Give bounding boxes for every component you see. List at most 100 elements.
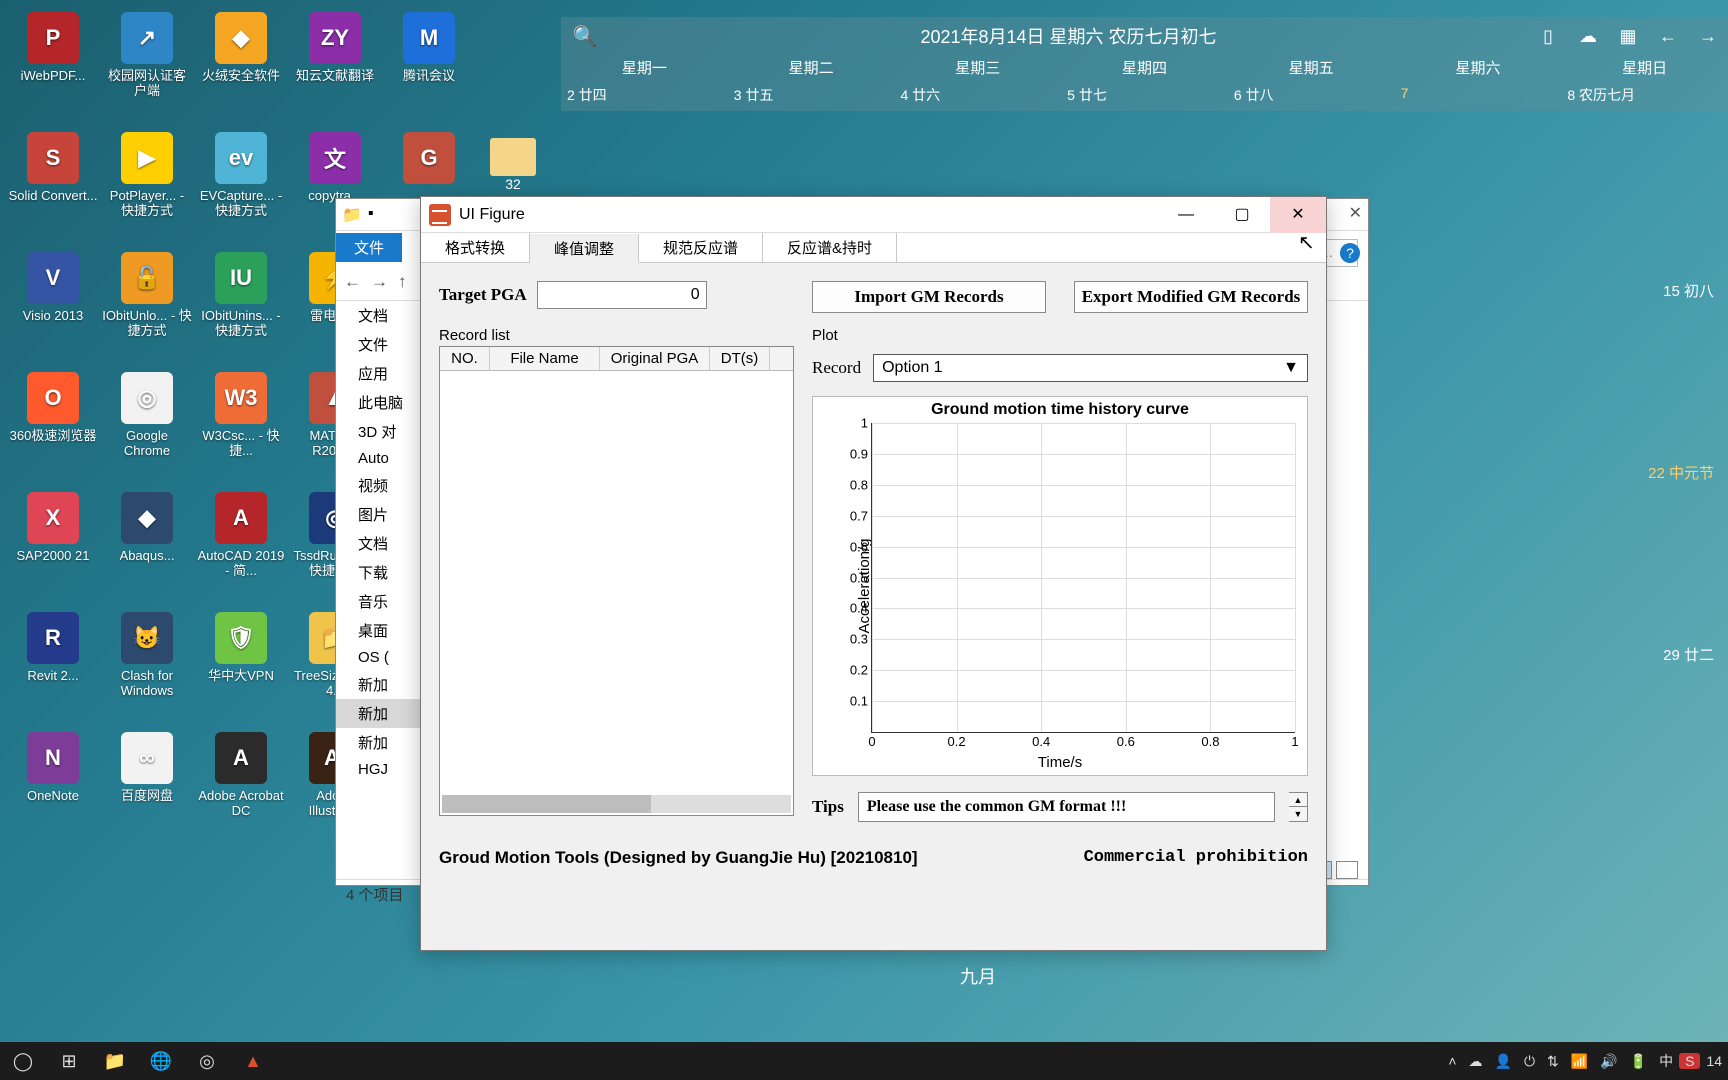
- desktop-icon[interactable]: SSolid Convert...: [6, 128, 100, 248]
- explorer-icon[interactable]: 📁: [92, 1042, 138, 1080]
- tab-bar[interactable]: 格式转换峰值调整规范反应谱反应谱&持时: [421, 233, 1326, 263]
- tree-item[interactable]: 此电脑: [336, 388, 426, 417]
- nav-up-icon[interactable]: ↑: [398, 272, 407, 292]
- close-button[interactable]: ✕: [1270, 197, 1326, 233]
- explorer-tree[interactable]: 文档文件应用此电脑3D 对Auto视频图片文档下载音乐桌面OS (新加新加新加H…: [336, 301, 426, 879]
- export-gm-button[interactable]: Export Modified GM Records: [1074, 281, 1308, 313]
- file-tab[interactable]: 文件: [336, 233, 402, 262]
- desktop-icon[interactable]: 😺Clash for Windows: [100, 608, 194, 728]
- desktop-icon[interactable]: ∞百度网盘: [100, 728, 194, 848]
- tree-item[interactable]: 新加: [336, 728, 426, 757]
- desktop-icon[interactable]: ↗校园网认证客户端: [100, 8, 194, 128]
- taskview-icon[interactable]: ⊞: [46, 1042, 92, 1080]
- tips-spinner[interactable]: ▲▼: [1289, 792, 1308, 822]
- record-list-table[interactable]: NO.File NameOriginal PGADT(s): [439, 346, 794, 816]
- desktop-icon[interactable]: RRevit 2...: [6, 608, 100, 728]
- tab[interactable]: 峰值调整: [530, 234, 639, 263]
- desktop-icon[interactable]: M腾讯会议: [382, 8, 476, 128]
- column-header[interactable]: NO.: [440, 347, 490, 370]
- desktop-icon[interactable]: 🛡华中大VPN: [194, 608, 288, 728]
- tray-cloud-icon[interactable]: ☁: [1463, 1053, 1489, 1070]
- window-titlebar[interactable]: UI Figure — ▢ ✕: [421, 197, 1326, 233]
- tree-item[interactable]: 文档: [336, 301, 426, 330]
- tree-item[interactable]: 文档: [336, 529, 426, 558]
- nav-fwd-icon[interactable]: →: [371, 272, 388, 292]
- tray-power-icon[interactable]: ⏻: [1518, 1053, 1541, 1070]
- start-icon[interactable]: ◯: [0, 1042, 46, 1080]
- help-icon[interactable]: ?: [1340, 243, 1360, 263]
- desktop-icon[interactable]: XSAP2000 21: [6, 488, 100, 608]
- matlab-icon[interactable]: ▲: [230, 1042, 276, 1080]
- desktop-icon[interactable]: PiWebPDF...: [6, 8, 100, 128]
- calendar-cell[interactable]: 4 廿六: [894, 83, 1061, 111]
- tray-usb-icon[interactable]: ⇅: [1541, 1053, 1565, 1070]
- tray-sogou-icon[interactable]: S: [1679, 1053, 1700, 1069]
- tree-item[interactable]: 新加: [336, 699, 426, 728]
- close-icon[interactable]: ✕: [1349, 203, 1362, 223]
- desktop-icon[interactable]: O360极速浏览器: [6, 368, 100, 488]
- desktop-icon[interactable]: IUIObitUnins... - 快捷方式: [194, 248, 288, 368]
- tray-ime-icon[interactable]: 中: [1653, 1051, 1679, 1071]
- tray-wifi-icon[interactable]: 📶: [1565, 1053, 1594, 1070]
- desktop-icon[interactable]: ◆火绒安全软件: [194, 8, 288, 128]
- phone-icon[interactable]: ▯: [1528, 26, 1568, 47]
- nav-back-icon[interactable]: ←: [344, 272, 361, 292]
- tab[interactable]: 规范反应谱: [639, 233, 763, 262]
- edge-icon[interactable]: 🌐: [138, 1042, 184, 1080]
- folder-icon[interactable]: 📁: [342, 205, 362, 225]
- back-icon[interactable]: ←: [1648, 26, 1688, 47]
- chrome-icon[interactable]: ◎: [184, 1042, 230, 1080]
- check-icon[interactable]: ▪: [368, 205, 374, 225]
- search-icon[interactable]: 🔍: [561, 24, 609, 49]
- tree-item[interactable]: 应用: [336, 359, 426, 388]
- record-select[interactable]: Option 1 ▼: [873, 354, 1308, 382]
- minimize-button[interactable]: —: [1158, 197, 1214, 233]
- maximize-button[interactable]: ▢: [1214, 197, 1270, 233]
- target-pga-input[interactable]: [537, 281, 707, 309]
- tree-item[interactable]: 新加: [336, 670, 426, 699]
- tab[interactable]: 格式转换: [421, 233, 530, 262]
- desktop-folder[interactable]: 32: [490, 138, 536, 192]
- column-header[interactable]: Original PGA: [600, 347, 710, 370]
- desktop-icon[interactable]: NOneNote: [6, 728, 100, 848]
- calendar-cell[interactable]: 6 廿八: [1228, 83, 1395, 111]
- forward-icon[interactable]: →: [1688, 26, 1728, 47]
- calendar-cell[interactable]: 2 廿四: [561, 83, 728, 111]
- import-gm-button[interactable]: Import GM Records: [812, 281, 1046, 313]
- horizontal-scrollbar[interactable]: [442, 795, 791, 813]
- calendar-cell[interactable]: 5 廿七: [1061, 83, 1228, 111]
- calendar-cell[interactable]: 3 廿五: [728, 83, 895, 111]
- desktop-icon[interactable]: AAdobe Acrobat DC: [194, 728, 288, 848]
- tree-item[interactable]: 下载: [336, 558, 426, 587]
- view-large-icon[interactable]: [1336, 861, 1358, 879]
- desktop-icon[interactable]: 🔓IObitUnlo... - 快捷方式: [100, 248, 194, 368]
- tree-item[interactable]: HGJ: [336, 757, 426, 782]
- tab[interactable]: 反应谱&持时: [763, 233, 897, 262]
- cloud-icon[interactable]: ☁: [1568, 26, 1608, 47]
- tray-clock[interactable]: 14: [1700, 1053, 1728, 1069]
- taskbar[interactable]: ◯ ⊞ 📁 🌐 ◎ ▲ ˄ ☁ 👤 ⏻ ⇅ 📶 🔊 🔋 中 S 14: [0, 1042, 1728, 1080]
- calendar-cell[interactable]: 7: [1395, 83, 1562, 111]
- ui-figure-window[interactable]: UI Figure — ▢ ✕ 格式转换峰值调整规范反应谱反应谱&持时 Targ…: [420, 196, 1327, 951]
- desktop-icon[interactable]: AAutoCAD 2019 - 简...: [194, 488, 288, 608]
- desktop-icon[interactable]: evEVCapture... - 快捷方式: [194, 128, 288, 248]
- tray-chevron-icon[interactable]: ˄: [1442, 1053, 1462, 1069]
- column-header[interactable]: DT(s): [710, 347, 770, 370]
- desktop-icon[interactable]: W3W3Csc... - 快捷...: [194, 368, 288, 488]
- desktop-icon[interactable]: ZY知云文献翻译: [288, 8, 382, 128]
- tree-item[interactable]: Auto: [336, 446, 426, 471]
- tree-item[interactable]: 文件: [336, 330, 426, 359]
- grid-icon[interactable]: ▦: [1608, 26, 1648, 47]
- tray-volume-icon[interactable]: 🔊: [1594, 1053, 1623, 1070]
- desktop-icon[interactable]: ◎Google Chrome: [100, 368, 194, 488]
- tree-item[interactable]: 音乐: [336, 587, 426, 616]
- tree-item[interactable]: 桌面: [336, 616, 426, 645]
- tray-person-icon[interactable]: 👤: [1489, 1053, 1518, 1070]
- column-header[interactable]: File Name: [490, 347, 600, 370]
- calendar-cell[interactable]: 8 农历七月: [1561, 83, 1728, 111]
- desktop-icon[interactable]: VVisio 2013: [6, 248, 100, 368]
- tree-item[interactable]: 3D 对: [336, 417, 426, 446]
- tree-item[interactable]: OS (: [336, 645, 426, 670]
- desktop-icon[interactable]: ◆Abaqus...: [100, 488, 194, 608]
- desktop-icon[interactable]: ▶PotPlayer... - 快捷方式: [100, 128, 194, 248]
